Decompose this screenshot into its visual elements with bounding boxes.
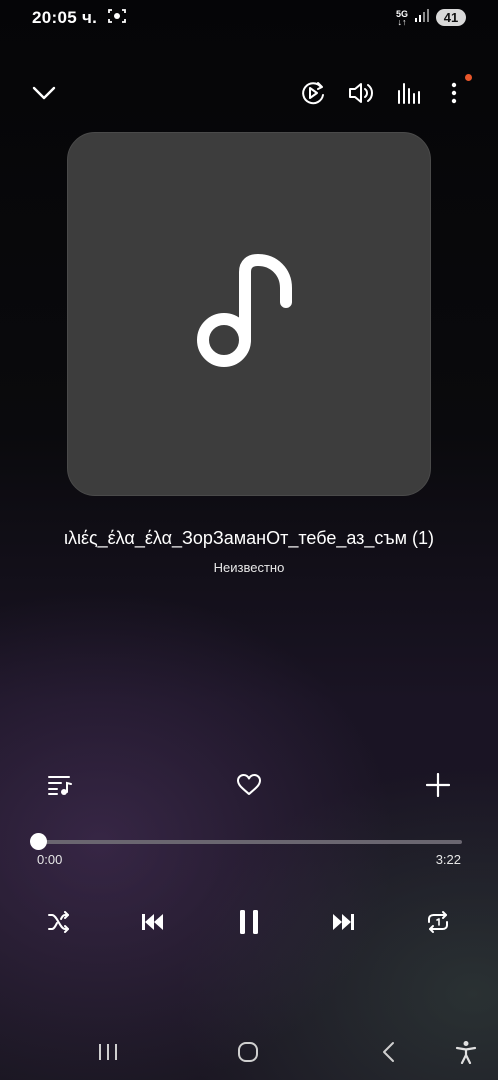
smart-view-icon [302, 82, 324, 105]
previous-button[interactable] [129, 898, 177, 946]
progress-handle[interactable] [30, 833, 47, 850]
volume-button[interactable] [341, 73, 381, 113]
more-icon [451, 82, 457, 104]
network-label: 5G [395, 8, 408, 19]
status-indicators: 5G ↓↑ 41 [396, 8, 466, 27]
volume-icon [349, 83, 373, 103]
status-time-text: 20:05 ч. [32, 8, 98, 27]
heart-icon [237, 774, 261, 795]
back-icon [383, 1042, 394, 1062]
repeat-button[interactable] [414, 898, 462, 946]
home-icon [238, 1042, 258, 1062]
battery-icon: 41 [436, 9, 466, 26]
chevron-down-icon [32, 86, 56, 100]
shuffle-icon [48, 911, 69, 933]
current-time: 0:00 [37, 852, 63, 867]
collapse-button[interactable] [24, 73, 64, 113]
progress-bar[interactable] [38, 840, 462, 844]
plus-icon [426, 773, 450, 797]
status-time: 20:05 ч. [32, 8, 127, 29]
playlist-icon [48, 776, 72, 795]
equalizer-button[interactable] [389, 73, 429, 113]
signal-icon [414, 8, 430, 27]
screenshot-icon [108, 8, 127, 29]
pause-icon [240, 910, 258, 934]
total-time: 3:22 [435, 852, 461, 867]
smart-view-button[interactable] [293, 73, 333, 113]
repeat-icon [428, 911, 448, 933]
add-to-playlist-button[interactable] [414, 761, 462, 809]
next-icon [333, 914, 354, 930]
favorite-button[interactable] [225, 761, 273, 809]
playlist-button[interactable] [36, 761, 84, 809]
network-5g-icon: 5G ↓↑ [395, 8, 408, 27]
back-button[interactable] [366, 1030, 410, 1074]
recent-apps-icon [99, 1044, 117, 1060]
shuffle-button[interactable] [35, 898, 83, 946]
accessibility-icon [455, 1041, 477, 1064]
previous-icon [142, 914, 163, 930]
notification-dot [465, 74, 472, 81]
track-artist[interactable]: Неизвестно [0, 560, 498, 575]
pause-button[interactable] [225, 898, 273, 946]
equalizer-icon [398, 83, 420, 104]
track-title: ιλιές_έλα_έλα_ЗорЗаманОт_тебе_аз_съм (1) [63, 528, 435, 548]
music-note-icon [197, 254, 292, 367]
recent-apps-button[interactable] [86, 1030, 130, 1074]
accessibility-button[interactable] [444, 1030, 488, 1074]
next-button[interactable] [319, 898, 367, 946]
home-button[interactable] [226, 1030, 270, 1074]
album-art [67, 132, 431, 496]
